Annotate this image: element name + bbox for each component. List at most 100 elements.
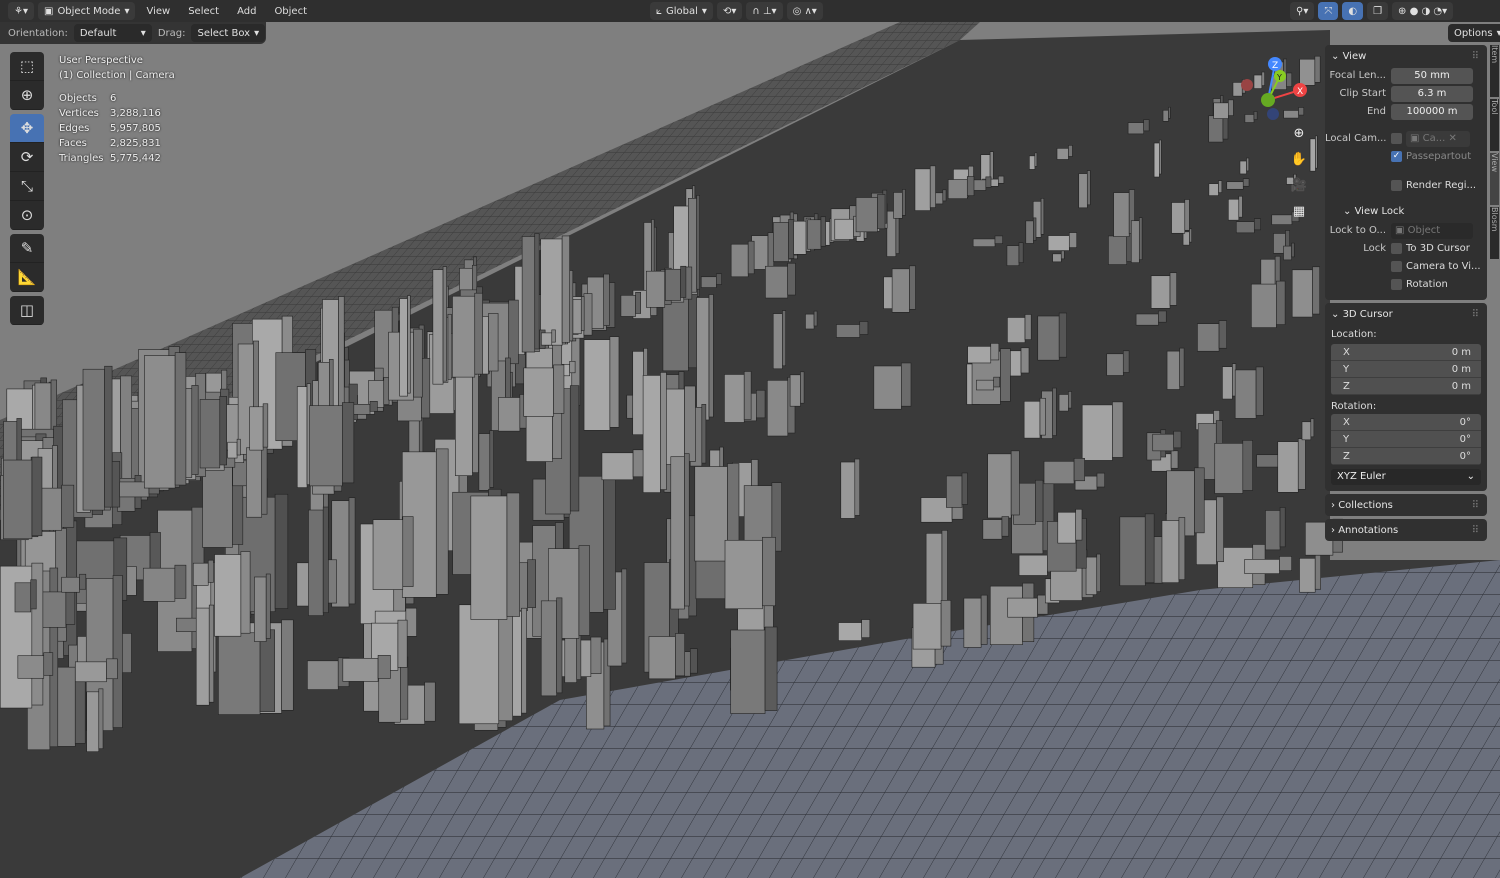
- building: [540, 597, 563, 697]
- clip-end-field[interactable]: 100000 m: [1391, 103, 1473, 120]
- focal-length-field[interactable]: 50 mm: [1391, 67, 1473, 84]
- xray-toggle[interactable]: ❐: [1367, 2, 1389, 20]
- 3d-cursor-header[interactable]: ⌄ 3D Cursor ⠿: [1325, 303, 1487, 325]
- tab-tool[interactable]: Tool: [1490, 99, 1499, 151]
- passepartout-checkbox[interactable]: ✓: [1391, 151, 1402, 162]
- building: [199, 396, 227, 469]
- pan-hand-icon[interactable]: ✋: [1290, 152, 1308, 167]
- options-dropdown[interactable]: Options ▾: [1448, 24, 1500, 42]
- menu-select[interactable]: Select: [181, 6, 226, 17]
- add-cube-tool[interactable]: ◫: [10, 296, 44, 325]
- building: [521, 233, 540, 353]
- cursor-location-x-field[interactable]: X0 m: [1331, 344, 1481, 361]
- sidebar-panel: ⌄ View ⠿ Focal Len... 50 mm Clip Start 6.3 …: [1325, 45, 1487, 560]
- tab-view[interactable]: View: [1490, 153, 1499, 205]
- menu-add[interactable]: Add: [230, 6, 263, 17]
- gizmo-toggle[interactable]: ⤧: [1318, 2, 1339, 20]
- building: [214, 551, 251, 637]
- building: [227, 438, 241, 459]
- building: [144, 352, 187, 489]
- pivot-point-button[interactable]: ⟲▾: [716, 2, 743, 20]
- building: [807, 216, 826, 250]
- building: [1291, 266, 1320, 318]
- building: [912, 600, 952, 650]
- local-camera-field[interactable]: ▣ Ca... ✕: [1406, 130, 1470, 147]
- view-panel: ⌄ View ⠿ Focal Len... 50 mm Clip Start 6.3 …: [1325, 45, 1487, 300]
- toolbar: ⬚ ⊕ ✥ ⟳ ⤡ ⊙ ✎ 📐 ◫: [10, 52, 44, 329]
- building: [455, 362, 479, 476]
- zoom-icon[interactable]: ⊕: [1290, 126, 1308, 141]
- building: [1309, 135, 1318, 172]
- camera-view-icon[interactable]: 🎥: [1290, 178, 1308, 193]
- building: [1119, 513, 1155, 587]
- building: [1058, 391, 1072, 412]
- building: [1222, 363, 1237, 400]
- building: [730, 626, 778, 714]
- rotation-mode-dropdown[interactable]: XYZ Euler ⌄: [1331, 469, 1481, 485]
- select-box-tool[interactable]: ⬚: [10, 52, 44, 81]
- transform-tool[interactable]: ⊙: [10, 201, 44, 230]
- drag-dropdown[interactable]: Select Box ▾: [191, 24, 266, 42]
- local-camera-checkbox[interactable]: [1391, 133, 1402, 144]
- cursor-location-z-field[interactable]: Z0 m: [1331, 378, 1481, 395]
- camera-to-view-checkbox[interactable]: [1391, 261, 1402, 272]
- perspective-grid-icon[interactable]: ▦: [1290, 204, 1308, 219]
- building: [982, 516, 1009, 540]
- cursor-rotation-y-field[interactable]: Y 0°: [1331, 431, 1481, 448]
- building: [14, 579, 37, 613]
- viewport-info: User Perspective (1) Collection | Camera…: [59, 55, 175, 164]
- building: [296, 383, 311, 488]
- cursor-location-y-field[interactable]: Y0 m: [1331, 361, 1481, 378]
- cursor-tool[interactable]: ⊕: [10, 81, 44, 110]
- annotate-tool[interactable]: ✎: [10, 234, 44, 263]
- building: [195, 604, 215, 706]
- orientation-dropdown[interactable]: Default ▾: [73, 24, 152, 42]
- visibility-button[interactable]: ⚲▾: [1290, 2, 1315, 20]
- building: [452, 292, 483, 378]
- building: [1130, 217, 1143, 263]
- editor-type-button[interactable]: ⚘▾: [8, 2, 34, 20]
- building: [1277, 438, 1306, 493]
- building: [540, 235, 570, 346]
- mode-dropdown[interactable]: ▣ Object Mode ▾: [37, 2, 136, 20]
- lock-to-cursor-checkbox[interactable]: [1391, 243, 1402, 254]
- lock-rotation-checkbox[interactable]: [1391, 279, 1402, 290]
- building: [399, 295, 411, 397]
- tab-item[interactable]: Item: [1490, 45, 1499, 97]
- collections-panel[interactable]: › Collections ⠿: [1325, 494, 1487, 516]
- lock-to-object-field[interactable]: ▣ Object: [1391, 222, 1473, 239]
- scale-tool[interactable]: ⤡: [10, 172, 44, 201]
- annotations-panel[interactable]: › Annotations ⠿: [1325, 519, 1487, 541]
- shading-modes[interactable]: ⊕ ● ◑ ◔▾: [1392, 2, 1454, 20]
- move-tool[interactable]: ✥: [10, 114, 44, 143]
- measure-tool[interactable]: 📐: [10, 263, 44, 292]
- proportional-edit-button[interactable]: ◎ ∧▾: [786, 2, 823, 20]
- menu-view[interactable]: View: [139, 6, 177, 17]
- building: [873, 362, 912, 410]
- building: [773, 219, 795, 262]
- clip-start-field[interactable]: 6.3 m: [1391, 85, 1473, 102]
- view-panel-header[interactable]: ⌄ View ⠿: [1325, 45, 1487, 67]
- cursor-rotation-x-field[interactable]: X 0°: [1331, 414, 1481, 431]
- snap-button[interactable]: ∩ ⊥▾: [746, 2, 783, 20]
- building: [1150, 272, 1177, 309]
- cursor-rotation-z-field[interactable]: Z 0°: [1331, 448, 1481, 465]
- building: [620, 292, 641, 317]
- building: [583, 336, 620, 431]
- building: [601, 449, 645, 481]
- overlays-toggle[interactable]: ◐: [1342, 2, 1364, 20]
- view-lock-header[interactable]: ⌄ View Lock: [1325, 200, 1487, 222]
- building: [1025, 217, 1037, 244]
- building: [946, 472, 968, 508]
- navigation-gizmo[interactable]: X Z Y: [1235, 50, 1315, 125]
- transform-orientation-dropdown[interactable]: ⟀ Global ▾: [650, 2, 713, 20]
- 3d-viewport[interactable]: [0, 0, 1500, 878]
- rotate-tool[interactable]: ⟳: [10, 143, 44, 172]
- building: [1078, 170, 1091, 209]
- render-region-checkbox[interactable]: [1391, 180, 1402, 191]
- building: [3, 456, 43, 540]
- tab-blosm[interactable]: Blosm: [1490, 207, 1499, 259]
- building: [665, 265, 687, 301]
- building: [1057, 508, 1083, 544]
- menu-object[interactable]: Object: [267, 6, 314, 17]
